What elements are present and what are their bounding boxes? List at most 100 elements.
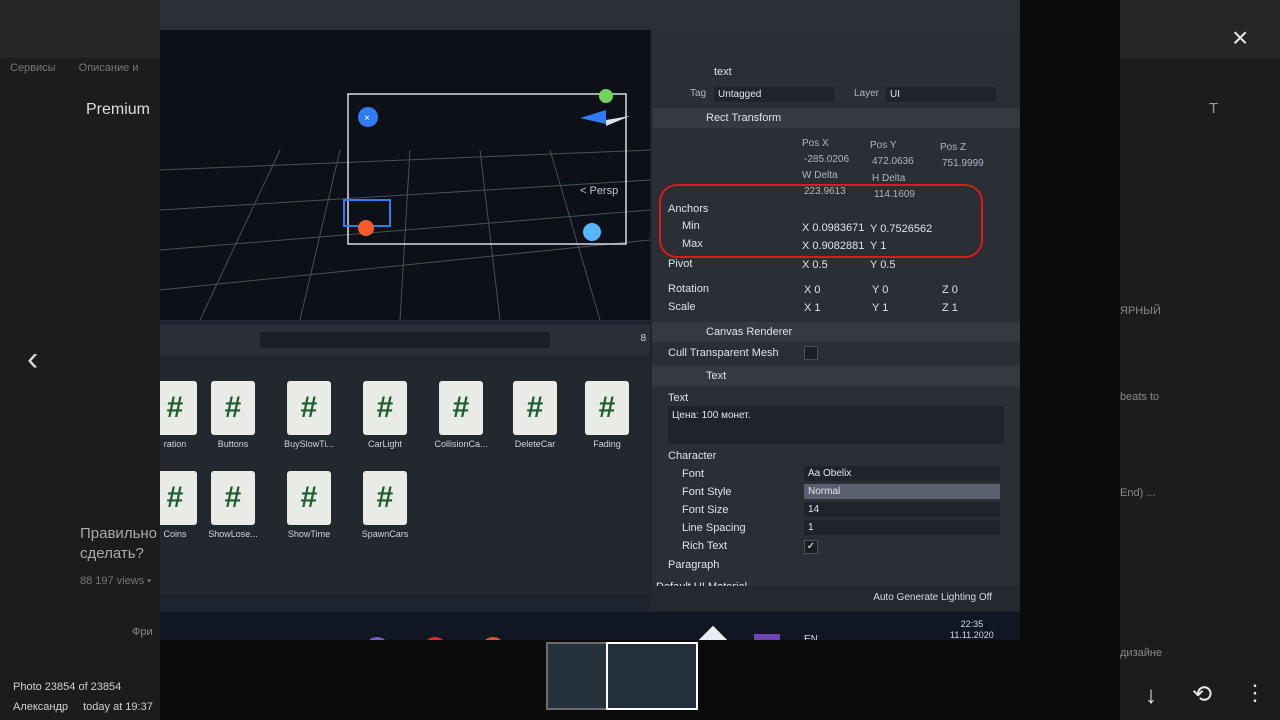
rect-transform-title: Rect Transform bbox=[706, 112, 782, 124]
project-search-input[interactable] bbox=[260, 332, 550, 348]
rotation-y[interactable]: Y 0 bbox=[872, 284, 888, 296]
photo-counter: Photo 23854 of 23854 bbox=[13, 681, 122, 693]
anchors-highlight-ring bbox=[659, 184, 983, 258]
text-value-field[interactable]: Цена: 100 монет. bbox=[668, 406, 1004, 444]
pivot-x[interactable]: X 0.5 bbox=[802, 259, 828, 271]
pos-y-value[interactable]: 472.0636 bbox=[872, 156, 914, 167]
csharp-file-icon: # bbox=[160, 471, 197, 525]
csharp-file-icon: # bbox=[439, 381, 483, 435]
asset-item[interactable]: # CarLight bbox=[350, 381, 420, 449]
photo-thumbnail-current[interactable] bbox=[606, 642, 698, 710]
download-icon[interactable]: ↓ bbox=[1145, 684, 1157, 708]
pos-z-value[interactable]: 751.9999 bbox=[942, 158, 984, 169]
opera-icon[interactable] bbox=[423, 637, 447, 640]
inspector-object-name[interactable]: text bbox=[714, 66, 732, 78]
asset-item[interactable]: # CollisionCa... bbox=[426, 381, 496, 449]
csharp-file-icon: # bbox=[211, 471, 255, 525]
csharp-file-icon: # bbox=[287, 471, 331, 525]
photo-time: today at 19:37 bbox=[83, 701, 153, 713]
csharp-file-icon: # bbox=[287, 381, 331, 435]
csharp-file-icon: # bbox=[363, 471, 407, 525]
font-style-dropdown[interactable]: Normal bbox=[804, 484, 1000, 499]
taskbar-clock[interactable]: 22:35 11.11.2020 bbox=[950, 619, 994, 640]
asset-item[interactable]: # ShowLose... bbox=[198, 471, 268, 539]
unity-icon[interactable] bbox=[691, 625, 735, 640]
character-label: Character bbox=[668, 450, 717, 462]
rotation-x[interactable]: X 0 bbox=[804, 284, 821, 296]
bottom-status-bar: Auto Generate Lighting Off bbox=[650, 586, 1020, 610]
text-label: Text bbox=[668, 392, 689, 404]
right-badge[interactable]: Т bbox=[1209, 100, 1218, 117]
bookmark-description[interactable]: Описание и bbox=[79, 62, 139, 74]
layer-label: Layer bbox=[854, 88, 880, 99]
font-size-input[interactable]: 14 bbox=[804, 502, 1000, 517]
csharp-file-icon: # bbox=[211, 381, 255, 435]
previous-photo-arrow[interactable]: ‹ bbox=[27, 342, 38, 376]
h-delta-label: H Delta bbox=[872, 173, 906, 184]
asset-label: Buttons bbox=[217, 439, 249, 449]
youtube-views: 88 197 views • bbox=[80, 575, 152, 587]
youtube-right-column: Т ЯРНЫЙ beats to End) ... дизайне bbox=[1120, 95, 1280, 659]
close-icon[interactable]: × bbox=[1232, 24, 1248, 52]
rotate-icon[interactable]: ⟲ bbox=[1192, 683, 1212, 707]
w-delta-label: W Delta bbox=[802, 170, 838, 181]
bookmark-services[interactable]: Сервисы bbox=[10, 62, 56, 74]
asset-item[interactable]: # Buttons bbox=[198, 381, 268, 449]
csharp-file-icon: # bbox=[363, 381, 407, 435]
asset-item[interactable]: # BuySlowTi... bbox=[274, 381, 344, 449]
asset-item[interactable]: # Fading bbox=[572, 381, 642, 449]
rotation-z[interactable]: Z 0 bbox=[942, 284, 958, 296]
scale-x[interactable]: X 1 bbox=[804, 302, 821, 314]
youtube-brand[interactable]: Premium bbox=[86, 101, 150, 119]
windows-taskbar: EN bbox=[160, 612, 1020, 640]
youtube-left-column: Premium Правильно сделать? 88 197 views … bbox=[80, 95, 160, 638]
pos-x-label: Pos X bbox=[802, 138, 829, 149]
unity-toolbar bbox=[160, 0, 1020, 30]
line-spacing-label: Line Spacing bbox=[682, 522, 746, 534]
youtube-title-line1[interactable]: Правильно bbox=[80, 525, 157, 542]
more-options-icon[interactable]: ⋮ bbox=[1244, 682, 1266, 704]
input-language[interactable]: EN bbox=[804, 634, 818, 640]
inspector-panel: text Tag Untagged Layer UI Rect Transfor… bbox=[652, 30, 1020, 600]
scale-z[interactable]: Z 1 bbox=[942, 302, 958, 314]
csharp-file-icon: # bbox=[513, 381, 557, 435]
pos-x-value[interactable]: -285.0206 bbox=[804, 154, 849, 165]
pivot-y[interactable]: Y 0.5 bbox=[870, 259, 896, 271]
tag-label: Tag bbox=[690, 88, 707, 99]
asset-label: CarLight bbox=[367, 439, 403, 449]
asset-label: ration bbox=[163, 439, 187, 449]
bookmarks-bar[interactable]: Сервисы Описание и bbox=[10, 62, 138, 74]
paragraph-label: Paragraph bbox=[668, 559, 720, 571]
antivirus-icon[interactable] bbox=[481, 637, 505, 640]
asset-item[interactable]: # ShowTime bbox=[274, 471, 344, 539]
asset-item[interactable]: # DeleteCar bbox=[500, 381, 570, 449]
visual-studio-icon[interactable] bbox=[754, 634, 780, 640]
pos-z-label: Pos Z bbox=[940, 142, 967, 153]
pos-y-label: Pos Y bbox=[870, 140, 897, 151]
youtube-title-line2[interactable]: сделать? bbox=[80, 545, 144, 562]
svg-text:×: × bbox=[364, 113, 370, 124]
tag-dropdown[interactable]: Untagged bbox=[714, 87, 834, 102]
rich-text-label: Rich Text bbox=[682, 540, 728, 552]
csharp-file-icon: # bbox=[585, 381, 629, 435]
cull-transparent-mesh-checkbox[interactable] bbox=[804, 346, 818, 360]
font-field[interactable]: Aa Obelix bbox=[804, 466, 1000, 481]
layer-dropdown[interactable]: UI bbox=[886, 87, 996, 102]
rich-text-checkbox[interactable]: ✓ bbox=[804, 540, 818, 554]
search-count: 8 bbox=[640, 333, 646, 344]
csharp-file-icon: # bbox=[160, 381, 197, 435]
asset-label: Fading bbox=[593, 439, 621, 449]
unity-screen: × < Persp 8 # ration # Buttons # BuySlow… bbox=[160, 0, 1020, 640]
asset-label: Coins bbox=[163, 529, 187, 539]
scene-perspective-label[interactable]: < Persp bbox=[580, 185, 618, 197]
line-spacing-input[interactable]: 1 bbox=[804, 520, 1000, 535]
scene-view[interactable]: × < Persp bbox=[160, 30, 650, 320]
asset-item[interactable]: # SpawnCars bbox=[350, 471, 420, 539]
viber-icon[interactable] bbox=[365, 637, 389, 640]
asset-label: ShowLose... bbox=[208, 529, 258, 539]
youtube-author[interactable]: Фри bbox=[132, 626, 153, 638]
right-text-2: End) ... bbox=[1120, 487, 1156, 499]
scale-y[interactable]: Y 1 bbox=[872, 302, 888, 314]
right-text-3: дизайне bbox=[1120, 647, 1163, 659]
project-toolbar: 8 bbox=[160, 325, 650, 355]
